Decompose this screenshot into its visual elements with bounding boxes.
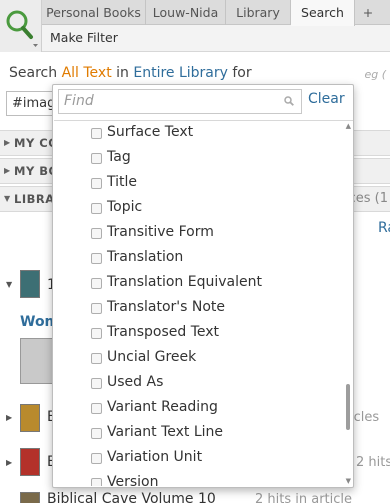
field-picker-dropdown: Find Clear Surface Text Tag Title Topic … xyxy=(52,84,354,488)
list-item[interactable]: Translation Equivalent xyxy=(54,272,342,296)
list-item[interactable]: Variant Text Line xyxy=(54,422,342,446)
tab-strip: Personal Books Louw-Nida Library Search … xyxy=(42,0,390,26)
option-label: Topic xyxy=(107,199,143,215)
option-label: Variant Text Line xyxy=(107,424,224,440)
option-label: Transposed Text xyxy=(107,324,220,340)
checkbox[interactable] xyxy=(91,478,102,486)
tab-search[interactable]: Search xyxy=(291,0,355,26)
checkbox[interactable] xyxy=(91,278,102,289)
list-item[interactable]: Tag xyxy=(54,147,342,171)
list-item[interactable]: Title xyxy=(54,172,342,196)
search-panel-icon[interactable] xyxy=(0,0,42,52)
list-item[interactable]: Surface Text xyxy=(54,122,342,146)
clear-button[interactable]: Clear xyxy=(308,91,345,107)
option-label: Translation xyxy=(107,249,184,265)
search-scope-line: Search All Text in Entire Library for xyxy=(9,65,252,81)
checkbox[interactable] xyxy=(91,253,102,264)
option-label: Translator's Note xyxy=(107,299,226,315)
find-input[interactable]: Find xyxy=(58,89,302,114)
checkbox[interactable] xyxy=(91,128,102,139)
make-filter-button[interactable]: Make Filter xyxy=(50,30,118,45)
list-item[interactable]: Translator's Note xyxy=(54,297,342,321)
checkbox[interactable] xyxy=(91,378,102,389)
book-cover xyxy=(20,492,40,503)
chevron-up-icon[interactable]: ▲ xyxy=(346,122,351,130)
checkbox[interactable] xyxy=(91,178,102,189)
triangle-expand-icon[interactable]: ▶ xyxy=(6,458,12,467)
option-label: Translation Equivalent xyxy=(107,274,262,290)
tab-personal-books[interactable]: Personal Books xyxy=(42,0,146,25)
result-hits: 2 hits i xyxy=(356,455,390,470)
list-item[interactable]: Variant Reading xyxy=(54,397,342,421)
magnifier-icon xyxy=(284,96,294,106)
chevron-down-icon[interactable]: ▼ xyxy=(346,477,351,485)
checkbox[interactable] xyxy=(91,453,102,464)
scrollbar-thumb[interactable] xyxy=(346,384,350,430)
target-dropdown[interactable]: Entire Library xyxy=(133,65,228,81)
checkbox[interactable] xyxy=(91,353,102,364)
option-label: Uncial Greek xyxy=(107,349,197,365)
option-label: Used As xyxy=(107,374,164,390)
search-icon xyxy=(6,10,38,47)
option-label: Variation Unit xyxy=(107,449,203,465)
top-bar: Personal Books Louw-Nida Library Search … xyxy=(0,0,390,52)
checkbox[interactable] xyxy=(91,203,102,214)
option-label: Version xyxy=(107,474,159,486)
book-cover xyxy=(20,404,40,432)
article-image xyxy=(20,338,54,384)
list-item[interactable]: Used As xyxy=(54,372,342,396)
triangle-expand-icon: ▶ xyxy=(4,138,11,147)
checkbox[interactable] xyxy=(91,303,102,314)
triangle-collapse-icon[interactable]: ▼ xyxy=(6,280,12,289)
book-cover xyxy=(20,448,40,476)
checkbox[interactable] xyxy=(91,328,102,339)
rank-link[interactable]: Ra xyxy=(378,220,390,236)
checkbox[interactable] xyxy=(91,153,102,164)
list-item[interactable]: Topic xyxy=(54,197,342,221)
triangle-expand-icon[interactable]: ▶ xyxy=(6,413,12,422)
book-cover xyxy=(20,270,40,298)
result-hits: 2 hits in article xyxy=(255,492,353,503)
scope-dropdown[interactable]: All Text xyxy=(62,65,112,81)
checkbox[interactable] xyxy=(91,428,102,439)
list-item[interactable]: Variation Unit xyxy=(54,447,342,471)
option-label: Transitive Form xyxy=(107,224,214,240)
checkbox[interactable] xyxy=(91,228,102,239)
list-item[interactable]: Version xyxy=(54,472,342,486)
checkbox[interactable] xyxy=(91,403,102,414)
tab-louw-nida[interactable]: Louw-Nida xyxy=(146,0,226,25)
result-title[interactable]: Biblical Cave Volume 10 xyxy=(47,491,216,503)
search-hint: eg ( xyxy=(364,68,386,81)
triangle-collapse-icon: ▼ xyxy=(4,194,11,203)
search-for-word: for xyxy=(232,65,252,81)
option-label: Surface Text xyxy=(107,124,194,140)
option-label: Tag xyxy=(107,149,131,165)
search-in-word: in xyxy=(116,65,129,81)
list-item[interactable]: Transposed Text xyxy=(54,322,342,346)
option-label: Title xyxy=(107,174,138,190)
search-query-input[interactable]: #imag xyxy=(6,91,58,116)
tab-library[interactable]: Library xyxy=(226,0,291,25)
option-label: Variant Reading xyxy=(107,399,218,415)
result-hits: icles xyxy=(350,410,380,425)
list-item[interactable]: Transitive Form xyxy=(54,222,342,246)
new-tab-button[interactable]: + xyxy=(355,0,381,25)
list-item[interactable]: Translation xyxy=(54,247,342,271)
triangle-expand-icon: ▶ xyxy=(4,166,11,175)
library-count: ces (1 xyxy=(348,191,388,206)
search-prefix: Search xyxy=(9,65,58,81)
field-list: Surface Text Tag Title Topic Transitive … xyxy=(54,120,353,486)
list-item[interactable]: Uncial Greek xyxy=(54,347,342,371)
